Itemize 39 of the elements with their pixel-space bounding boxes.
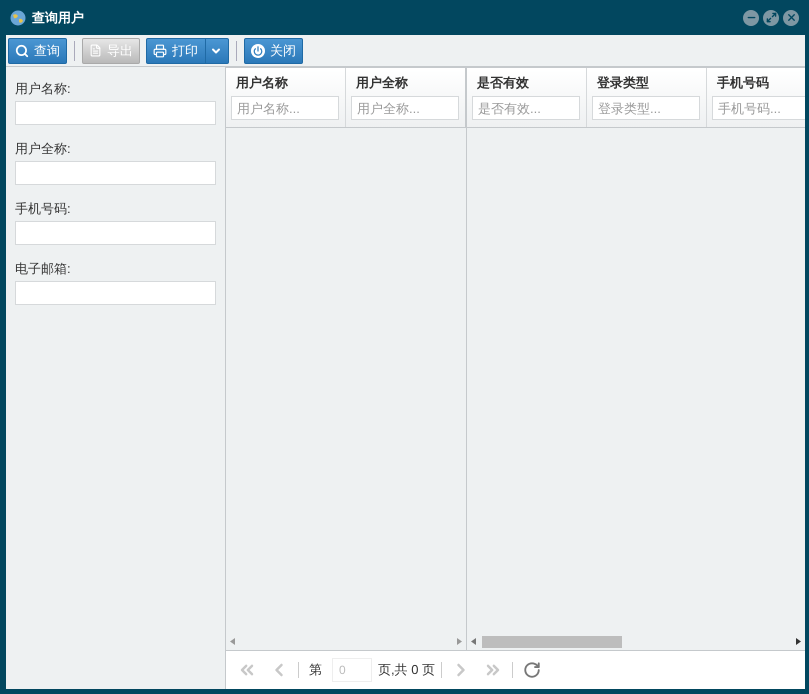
column-header[interactable]: 手机号码	[712, 74, 805, 96]
filter-label: 用户名称:	[15, 80, 72, 98]
column-filter-field[interactable]: 用户名称...	[231, 96, 339, 120]
close-icon	[786, 12, 796, 23]
filter-field[interactable]	[15, 281, 216, 305]
filter-label: 用户全称:	[15, 140, 72, 158]
filter-field[interactable]	[15, 161, 216, 185]
filter-field[interactable]	[15, 221, 216, 245]
print-button[interactable]: 打印	[146, 38, 229, 64]
search-button[interactable]: 查询	[8, 38, 67, 64]
search-icon	[15, 44, 29, 58]
document-icon	[89, 44, 102, 57]
scroll-left-icon[interactable]	[471, 638, 476, 645]
scroll-left-icon[interactable]	[230, 638, 235, 645]
printer-icon	[153, 44, 167, 58]
power-icon	[251, 44, 265, 58]
close-button[interactable]	[783, 10, 799, 26]
window-title: 查询用户	[32, 8, 84, 27]
maximize-button[interactable]	[763, 10, 779, 26]
column-header[interactable]: 用户名称	[231, 74, 345, 96]
page-count-label: 页,共 0 页	[378, 661, 436, 680]
column-filter-field[interactable]: 手机号码...	[712, 96, 805, 120]
column-header[interactable]: 用户全称	[351, 74, 465, 96]
column-filter-field[interactable]: 登录类型...	[592, 96, 700, 120]
minimize-button[interactable]	[743, 10, 759, 26]
close-button[interactable]: 关闭	[244, 38, 303, 64]
globe-icon	[10, 10, 26, 26]
column-header[interactable]: 登录类型	[592, 74, 706, 96]
expand-icon	[766, 12, 776, 23]
column-filter-field[interactable]: 用户全称...	[351, 96, 459, 120]
page-label: 第	[309, 661, 322, 680]
scrollbar-thumb[interactable]	[482, 636, 622, 648]
column-header[interactable]: 是否有效	[472, 74, 586, 96]
scroll-right-icon[interactable]	[796, 638, 801, 645]
filter-label: 电子邮箱:	[15, 260, 72, 278]
refresh-icon	[523, 661, 542, 679]
column-filter-field[interactable]: 是否有效...	[472, 96, 580, 120]
filter-label: 手机号码:	[15, 200, 72, 218]
filter-field[interactable]	[15, 101, 216, 125]
